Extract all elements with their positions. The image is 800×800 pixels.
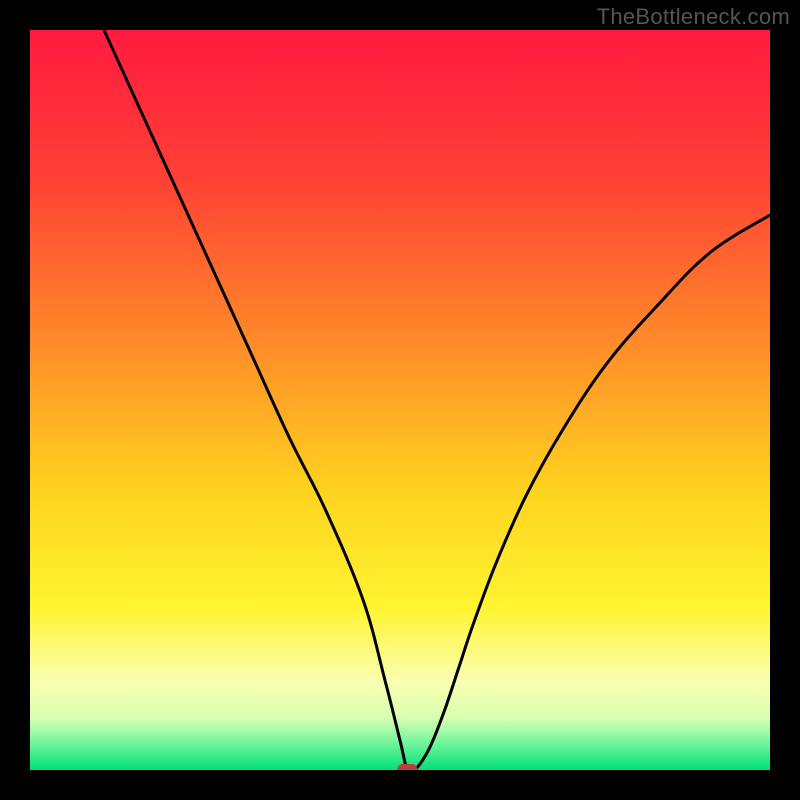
- chart-frame: TheBottleneck.com: [0, 0, 800, 800]
- plot-svg: [30, 30, 770, 770]
- gradient-background: [30, 30, 770, 770]
- bottleneck-plot: [30, 30, 770, 770]
- watermark-label: TheBottleneck.com: [597, 4, 790, 30]
- bottleneck-marker: [397, 764, 417, 770]
